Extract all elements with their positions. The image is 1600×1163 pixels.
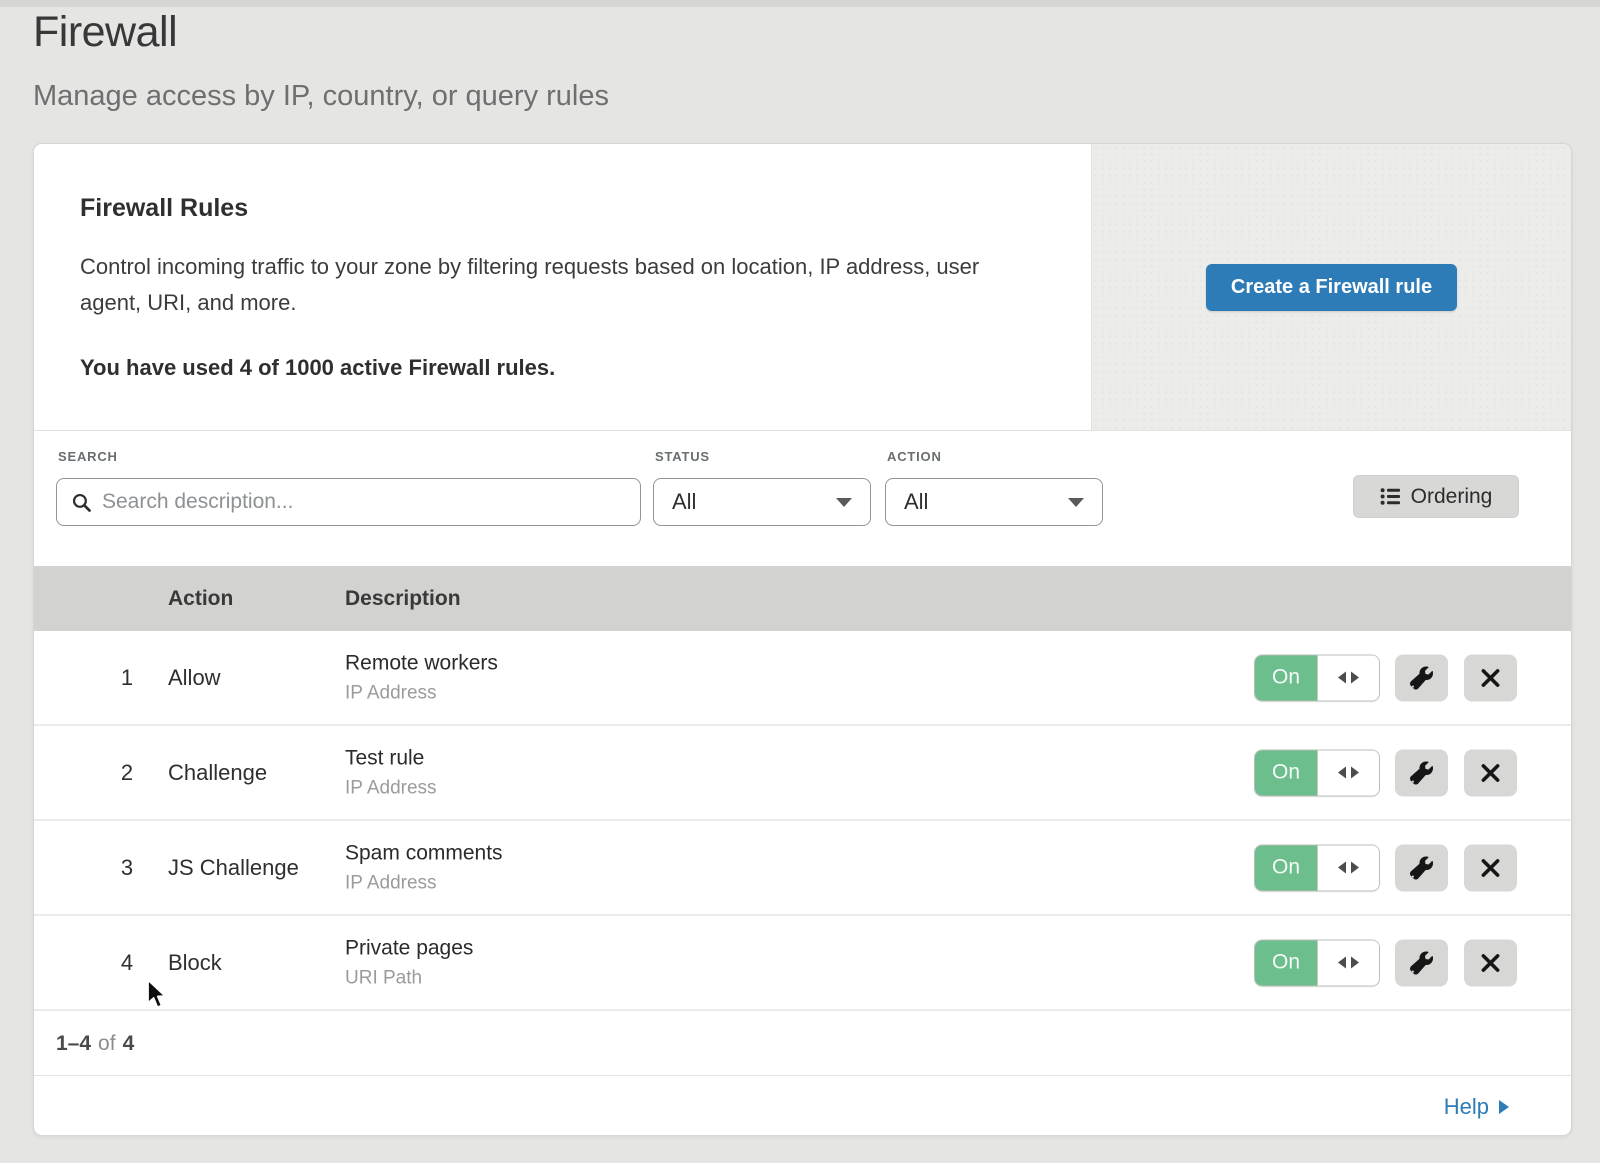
close-icon bbox=[1480, 952, 1501, 973]
edit-rule-button[interactable] bbox=[1395, 844, 1448, 891]
table-row: 2 Challenge Test rule IP Address On bbox=[34, 726, 1571, 821]
help-row: Help bbox=[34, 1076, 1571, 1136]
panel-description-area: Firewall Rules Control incoming traffic … bbox=[34, 144, 1091, 430]
rule-action: Allow bbox=[168, 631, 221, 724]
wrench-icon bbox=[1410, 856, 1433, 879]
rule-action: JS Challenge bbox=[168, 821, 299, 914]
pagination-of: of bbox=[98, 1032, 116, 1056]
page-title: Firewall bbox=[33, 8, 177, 57]
action-selected-value: All bbox=[904, 489, 928, 515]
wrench-icon bbox=[1410, 761, 1433, 784]
wrench-icon bbox=[1410, 951, 1433, 974]
status-selected-value: All bbox=[672, 489, 696, 515]
rule-description-cell: Private pages URI Path bbox=[345, 936, 473, 989]
create-firewall-rule-button[interactable]: Create a Firewall rule bbox=[1206, 264, 1457, 311]
search-icon bbox=[71, 492, 92, 513]
close-icon bbox=[1480, 857, 1501, 878]
search-label: SEARCH bbox=[58, 449, 118, 464]
triangle-left-icon bbox=[1338, 957, 1346, 969]
rule-enabled-toggle[interactable]: On bbox=[1254, 844, 1380, 891]
help-link[interactable]: Help bbox=[1444, 1094, 1509, 1120]
rule-priority: 1 bbox=[104, 631, 150, 724]
edit-rule-button[interactable] bbox=[1395, 749, 1448, 796]
list-ordering-icon bbox=[1380, 487, 1401, 506]
close-icon bbox=[1480, 667, 1501, 688]
rule-description-cell: Test rule IP Address bbox=[345, 746, 437, 799]
wrench-icon bbox=[1410, 666, 1433, 689]
column-header-description: Description bbox=[345, 587, 461, 611]
delete-rule-button[interactable] bbox=[1464, 654, 1517, 701]
filters-bar: SEARCH STATUS All ACTION All bbox=[34, 432, 1571, 566]
toggle-on-label: On bbox=[1255, 940, 1317, 985]
table-row: 1 Allow Remote workers IP Address On bbox=[34, 631, 1571, 726]
help-link-label: Help bbox=[1444, 1094, 1489, 1120]
rule-description: Remote workers bbox=[345, 651, 498, 675]
toggle-drag-handle[interactable] bbox=[1317, 655, 1379, 700]
rule-priority: 4 bbox=[104, 916, 150, 1009]
action-label: ACTION bbox=[887, 449, 942, 464]
action-select[interactable]: All bbox=[885, 478, 1103, 526]
pagination-total: 4 bbox=[123, 1032, 135, 1056]
toggle-on-label: On bbox=[1255, 655, 1317, 700]
search-box[interactable] bbox=[56, 478, 641, 526]
triangle-right-icon bbox=[1351, 957, 1359, 969]
rule-action: Challenge bbox=[168, 726, 267, 819]
status-select[interactable]: All bbox=[653, 478, 871, 526]
delete-rule-button[interactable] bbox=[1464, 939, 1517, 986]
ordering-button[interactable]: Ordering bbox=[1353, 475, 1519, 518]
rule-priority: 3 bbox=[104, 821, 150, 914]
rule-priority: 2 bbox=[104, 726, 150, 819]
window-top-edge bbox=[0, 0, 1600, 7]
column-header-action: Action bbox=[168, 587, 233, 611]
close-icon bbox=[1480, 762, 1501, 783]
rule-action: Block bbox=[168, 916, 222, 1009]
table-row: 3 JS Challenge Spam comments IP Address … bbox=[34, 821, 1571, 916]
triangle-right-icon bbox=[1351, 767, 1359, 779]
ordering-button-label: Ordering bbox=[1411, 485, 1493, 509]
firewall-rules-panel: Firewall Rules Control incoming traffic … bbox=[34, 144, 1571, 431]
triangle-left-icon bbox=[1338, 767, 1346, 779]
panel-action-area: Create a Firewall rule bbox=[1091, 144, 1571, 430]
chevron-down-icon bbox=[836, 498, 852, 507]
toggle-on-label: On bbox=[1255, 750, 1317, 795]
toggle-drag-handle[interactable] bbox=[1317, 940, 1379, 985]
toggle-drag-handle[interactable] bbox=[1317, 750, 1379, 795]
panel-description: Control incoming traffic to your zone by… bbox=[80, 249, 1030, 321]
rule-match-field: IP Address bbox=[345, 777, 437, 799]
status-label: STATUS bbox=[655, 449, 710, 464]
toggle-drag-handle[interactable] bbox=[1317, 845, 1379, 890]
arrow-right-icon bbox=[1499, 1100, 1509, 1114]
edit-rule-button[interactable] bbox=[1395, 654, 1448, 701]
rule-description: Spam comments bbox=[345, 841, 503, 865]
rule-description: Test rule bbox=[345, 746, 437, 770]
rule-enabled-toggle[interactable]: On bbox=[1254, 939, 1380, 986]
pagination-range: 1–4 bbox=[56, 1032, 91, 1056]
table-row: 4 Block Private pages URI Path On bbox=[34, 916, 1571, 1011]
rule-match-field: IP Address bbox=[345, 682, 498, 704]
rule-description-cell: Remote workers IP Address bbox=[345, 651, 498, 704]
triangle-right-icon bbox=[1351, 672, 1359, 684]
rule-enabled-toggle[interactable]: On bbox=[1254, 749, 1380, 796]
triangle-left-icon bbox=[1338, 862, 1346, 874]
triangle-right-icon bbox=[1351, 862, 1359, 874]
search-input[interactable] bbox=[102, 490, 626, 514]
table-header: Action Description bbox=[34, 566, 1571, 631]
toggle-on-label: On bbox=[1255, 845, 1317, 890]
usage-note: You have used 4 of 1000 active Firewall … bbox=[80, 355, 1031, 381]
delete-rule-button[interactable] bbox=[1464, 749, 1517, 796]
pagination: 1–4 of 4 bbox=[34, 1013, 1571, 1076]
rule-description-cell: Spam comments IP Address bbox=[345, 841, 503, 894]
rules-list: 1 Allow Remote workers IP Address On bbox=[34, 631, 1571, 1011]
rule-description: Private pages bbox=[345, 936, 473, 960]
rule-match-field: URI Path bbox=[345, 967, 473, 989]
panel-title: Firewall Rules bbox=[80, 194, 1031, 223]
page-subtitle: Manage access by IP, country, or query r… bbox=[33, 80, 609, 113]
edit-rule-button[interactable] bbox=[1395, 939, 1448, 986]
delete-rule-button[interactable] bbox=[1464, 844, 1517, 891]
triangle-left-icon bbox=[1338, 672, 1346, 684]
rule-enabled-toggle[interactable]: On bbox=[1254, 654, 1380, 701]
rule-match-field: IP Address bbox=[345, 872, 503, 894]
firewall-rules-card: Firewall Rules Control incoming traffic … bbox=[33, 143, 1572, 1136]
chevron-down-icon bbox=[1068, 498, 1084, 507]
